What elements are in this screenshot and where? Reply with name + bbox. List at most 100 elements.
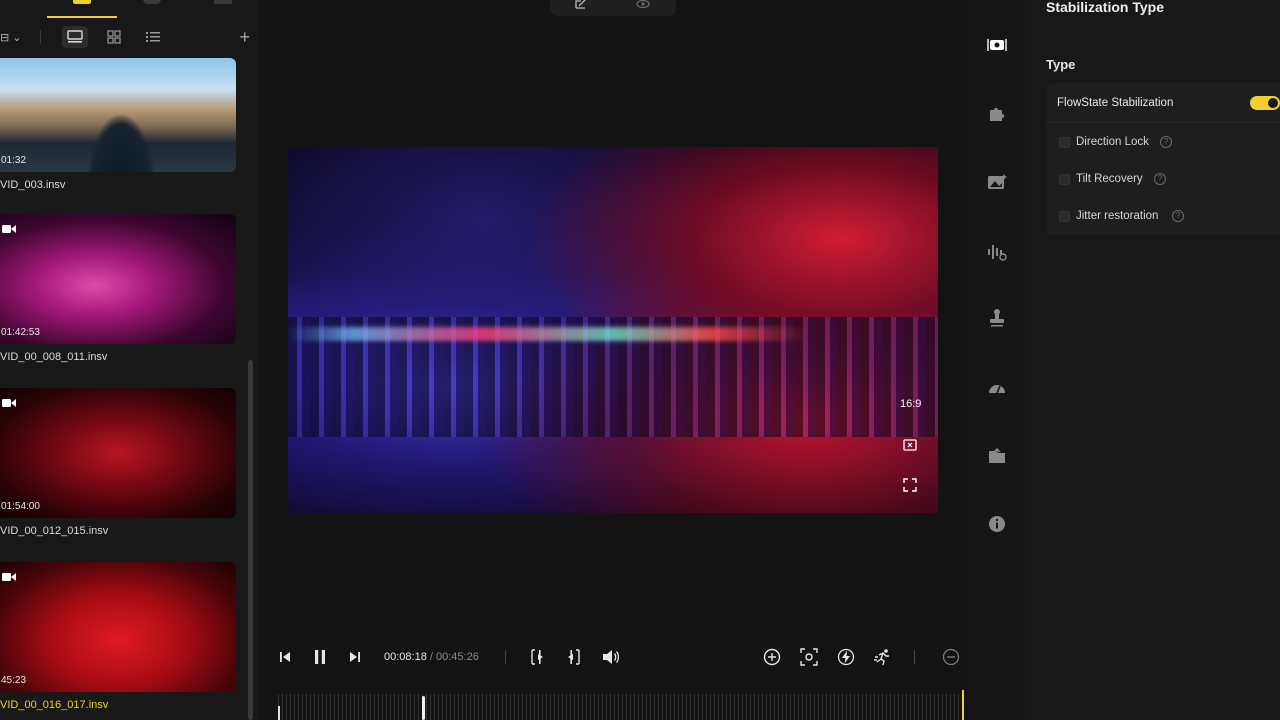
- media-thumbnail[interactable]: 01:32: [0, 58, 236, 172]
- media-filename: VID_00_008_011.insv: [0, 351, 108, 363]
- export-tool-button[interactable]: [985, 444, 1009, 468]
- toolbar-divider: [40, 30, 41, 44]
- media-thumbnail[interactable]: 01:54:00: [0, 388, 236, 518]
- media-item[interactable]: 01:42:53 VID_00_008_011.insv: [0, 214, 236, 363]
- trim-end-button[interactable]: [558, 642, 588, 672]
- large-thumbnail-view-button[interactable]: [62, 26, 88, 48]
- tilt-recovery-checkbox[interactable]: [1059, 174, 1070, 185]
- help-icon[interactable]: ?: [1172, 210, 1184, 222]
- trim-start-button[interactable]: [523, 642, 553, 672]
- speedometer-icon: [989, 385, 1005, 394]
- timeline-end-marker: [962, 690, 964, 720]
- media-effects-button[interactable]: [985, 170, 1009, 194]
- timeline-playhead[interactable]: [422, 696, 425, 720]
- media-thumbnail[interactable]: 01:42:53: [0, 214, 236, 344]
- crop-toggle-icon[interactable]: [903, 438, 917, 452]
- add-keyframe-button[interactable]: [757, 642, 787, 672]
- section-label: Type: [1046, 57, 1076, 72]
- controls-divider: [505, 650, 506, 664]
- pause-button[interactable]: [305, 642, 335, 672]
- zoom-out-icon: [942, 648, 960, 666]
- list-view-button[interactable]: [140, 26, 166, 48]
- toggle-knob: [1268, 98, 1278, 108]
- image-sparkle-icon: [988, 174, 1007, 189]
- large-thumbnail-icon: [67, 30, 83, 43]
- direction-lock-checkbox[interactable]: [1059, 137, 1070, 148]
- effects-tab-icon[interactable]: [143, 0, 161, 4]
- volume-button[interactable]: [596, 642, 626, 672]
- media-filename: VID_00_016_017.insv: [0, 699, 109, 711]
- tilt-recovery-option[interactable]: Tilt Recovery ?: [1046, 170, 1280, 190]
- edit-icon[interactable]: [574, 0, 588, 10]
- fullscreen-icon[interactable]: [903, 478, 917, 492]
- flowstate-row: FlowState Stabilization: [1046, 83, 1280, 123]
- media-scrollbar[interactable]: [248, 360, 253, 720]
- video-camera-icon: [2, 399, 16, 407]
- jitter-restoration-checkbox[interactable]: [1059, 211, 1070, 222]
- deep-track-button[interactable]: [794, 642, 824, 672]
- controls-divider: [914, 650, 915, 664]
- media-duration: 01:42:53: [1, 327, 40, 338]
- view-toolbar: ⊟ ⌄ +: [0, 26, 258, 50]
- video-camera-icon: [2, 225, 16, 233]
- help-icon[interactable]: ?: [1154, 173, 1166, 185]
- folder-export-icon: [989, 448, 1005, 463]
- grid-view-button[interactable]: [101, 26, 127, 48]
- trim-start-icon: [531, 649, 543, 665]
- add-circle-icon: [763, 648, 781, 666]
- media-tab-icon[interactable]: [73, 0, 91, 4]
- skip-back-icon: [280, 652, 290, 662]
- puzzle-icon: [990, 107, 1005, 121]
- export-tab-icon[interactable]: [214, 0, 232, 4]
- media-tabs: [0, 0, 258, 20]
- info-tool-button[interactable]: [985, 512, 1009, 536]
- jitter-restoration-option[interactable]: Jitter restoration ?: [1046, 207, 1280, 227]
- help-icon[interactable]: ?: [1160, 136, 1172, 148]
- preview-mode-switch: [550, 0, 676, 16]
- media-item[interactable]: 01:32 VID_003.insv: [0, 58, 236, 191]
- active-tab-indicator: [47, 16, 117, 18]
- media-item[interactable]: 01:54:00 VID_00_012_015.insv: [0, 388, 236, 537]
- playback-controls: 00:08:18 / 00:45:26: [258, 642, 968, 672]
- stabilization-settings-panel: Stabilization Type Type FlowState Stabil…: [1026, 0, 1280, 720]
- audio-wave-icon: [988, 245, 1007, 261]
- media-item-selected[interactable]: 45:23 VID_00_016_017.insv: [0, 562, 236, 711]
- stabilization-tool-button[interactable]: [985, 33, 1009, 57]
- skip-forward-icon: [350, 652, 360, 662]
- watermark-tool-button[interactable]: [985, 306, 1009, 330]
- speed-ramp-button[interactable]: [868, 642, 898, 672]
- stamp-icon: [990, 309, 1004, 327]
- speed-tool-button[interactable]: [985, 376, 1009, 400]
- audio-tool-button[interactable]: [985, 240, 1009, 264]
- plugin-tool-button[interactable]: [985, 102, 1009, 126]
- aspect-ratio-button[interactable]: 16:9: [900, 398, 921, 410]
- video-camera-icon: [2, 573, 16, 581]
- direction-lock-option[interactable]: Direction Lock ?: [1046, 133, 1280, 153]
- info-icon: [989, 516, 1005, 532]
- add-media-button[interactable]: +: [239, 26, 250, 48]
- media-duration: 01:54:00: [1, 501, 40, 512]
- direction-lock-label: Direction Lock: [1076, 136, 1149, 148]
- lightning-icon: [837, 648, 855, 666]
- thumbnail-image-detail: [86, 113, 156, 172]
- speaker-icon: [603, 650, 620, 664]
- flowstate-label: FlowState Stabilization: [1057, 97, 1174, 109]
- media-thumbnail[interactable]: 45:23: [0, 562, 236, 692]
- media-filename: VID_003.insv: [0, 179, 66, 191]
- media-library-panel: ⊟ ⌄ + 01:32 VID_003.insv 01:42:53 VID_00…: [0, 0, 258, 720]
- list-icon: [146, 32, 160, 42]
- filter-dropdown[interactable]: ⊟ ⌄: [0, 31, 22, 44]
- previous-frame-button[interactable]: [270, 642, 300, 672]
- camera-stabilize-icon: [987, 39, 1007, 51]
- zoom-out-button[interactable]: [936, 642, 966, 672]
- trim-end-icon: [568, 649, 580, 665]
- timeline-track[interactable]: [278, 694, 964, 720]
- video-preview[interactable]: [288, 147, 938, 513]
- ai-edit-button[interactable]: [831, 642, 861, 672]
- preview-area: 16:9 00:08:18 / 00:45:26: [258, 0, 1114, 720]
- next-frame-button[interactable]: [340, 642, 370, 672]
- total-time: / 00:45:26: [429, 651, 479, 663]
- panel-title: Stabilization Type: [1046, 0, 1164, 15]
- eye-icon[interactable]: [636, 0, 650, 10]
- flowstate-toggle[interactable]: [1250, 96, 1280, 110]
